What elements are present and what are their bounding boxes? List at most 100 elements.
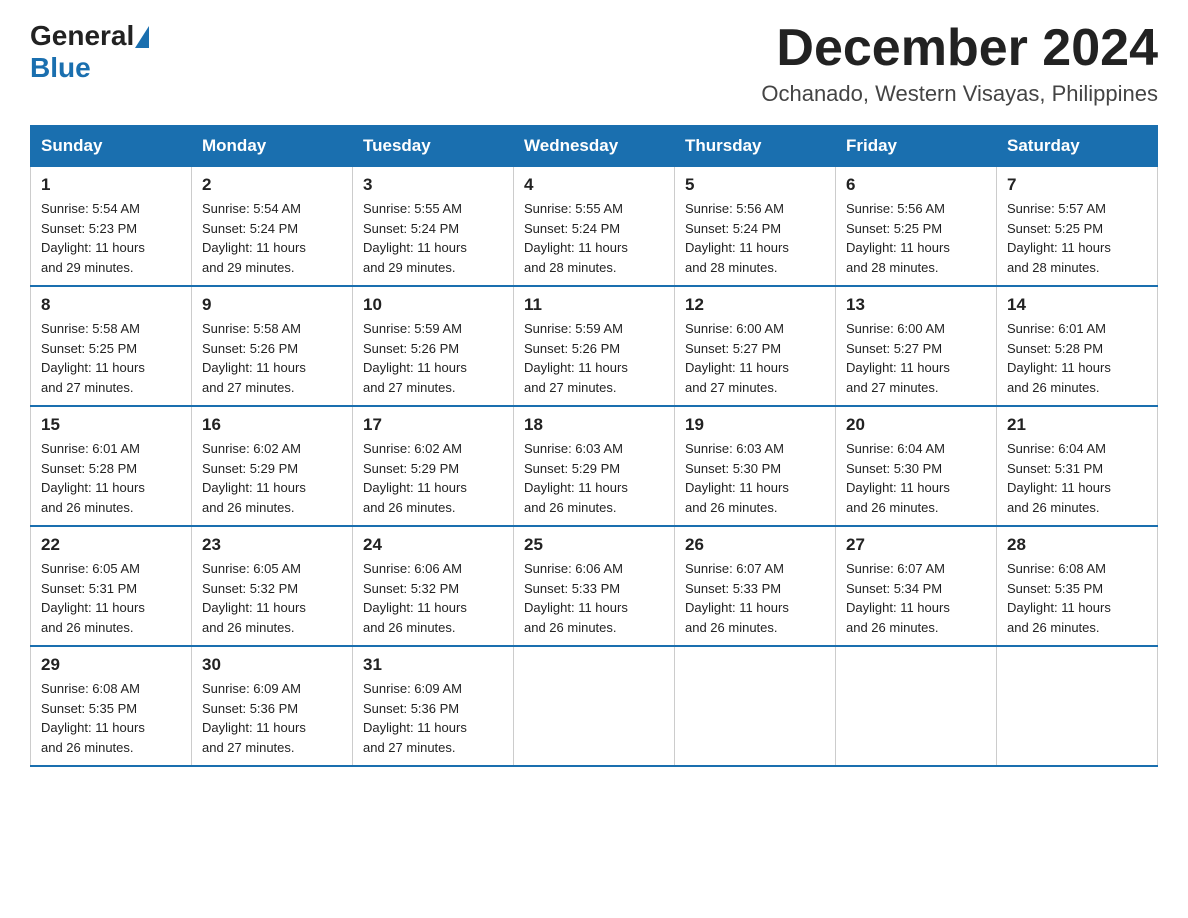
day-number: 25 xyxy=(524,535,664,555)
day-number: 3 xyxy=(363,175,503,195)
day-number: 8 xyxy=(41,295,181,315)
day-info: Sunrise: 6:02 AMSunset: 5:29 PMDaylight:… xyxy=(363,441,467,515)
day-info: Sunrise: 6:06 AMSunset: 5:32 PMDaylight:… xyxy=(363,561,467,635)
col-header-tuesday: Tuesday xyxy=(353,126,514,167)
day-number: 11 xyxy=(524,295,664,315)
logo-triangle-icon xyxy=(135,26,149,48)
calendar-week-row: 22 Sunrise: 6:05 AMSunset: 5:31 PMDayligh… xyxy=(31,526,1158,646)
day-number: 16 xyxy=(202,415,342,435)
day-number: 15 xyxy=(41,415,181,435)
calendar-cell: 23 Sunrise: 6:05 AMSunset: 5:32 PMDayligh… xyxy=(192,526,353,646)
calendar-cell: 15Sunrise: 6:01 AMSunset: 5:28 PMDayligh… xyxy=(31,406,192,526)
day-number: 12 xyxy=(685,295,825,315)
day-number: 1 xyxy=(41,175,181,195)
calendar-cell: 3 Sunrise: 5:55 AMSunset: 5:24 PMDaylight… xyxy=(353,167,514,287)
day-number: 19 xyxy=(685,415,825,435)
day-number: 9 xyxy=(202,295,342,315)
calendar-cell: 28 Sunrise: 6:08 AMSunset: 5:35 PMDayligh… xyxy=(997,526,1158,646)
calendar-cell: 11 Sunrise: 5:59 AMSunset: 5:26 PMDayligh… xyxy=(514,286,675,406)
day-number: 27 xyxy=(846,535,986,555)
col-header-thursday: Thursday xyxy=(675,126,836,167)
col-header-saturday: Saturday xyxy=(997,126,1158,167)
calendar-cell: 30 Sunrise: 6:09 AMSunset: 5:36 PMDayligh… xyxy=(192,646,353,766)
col-header-monday: Monday xyxy=(192,126,353,167)
calendar-cell: 20 Sunrise: 6:04 AMSunset: 5:30 PMDayligh… xyxy=(836,406,997,526)
col-header-wednesday: Wednesday xyxy=(514,126,675,167)
day-info: Sunrise: 5:58 AMSunset: 5:26 PMDaylight:… xyxy=(202,321,306,395)
day-info: Sunrise: 6:02 AMSunset: 5:29 PMDaylight:… xyxy=(202,441,306,515)
calendar-cell: 31 Sunrise: 6:09 AMSunset: 5:36 PMDayligh… xyxy=(353,646,514,766)
day-number: 18 xyxy=(524,415,664,435)
day-info: Sunrise: 6:08 AMSunset: 5:35 PMDaylight:… xyxy=(1007,561,1111,635)
day-number: 22 xyxy=(41,535,181,555)
day-info: Sunrise: 5:55 AMSunset: 5:24 PMDaylight:… xyxy=(524,201,628,275)
day-number: 5 xyxy=(685,175,825,195)
day-info: Sunrise: 5:59 AMSunset: 5:26 PMDaylight:… xyxy=(363,321,467,395)
day-number: 30 xyxy=(202,655,342,675)
day-number: 26 xyxy=(685,535,825,555)
day-number: 17 xyxy=(363,415,503,435)
calendar-week-row: 1 Sunrise: 5:54 AMSunset: 5:23 PMDaylight… xyxy=(31,167,1158,287)
day-number: 6 xyxy=(846,175,986,195)
calendar-cell: 19 Sunrise: 6:03 AMSunset: 5:30 PMDayligh… xyxy=(675,406,836,526)
calendar-cell: 24Sunrise: 6:06 AMSunset: 5:32 PMDayligh… xyxy=(353,526,514,646)
day-info: Sunrise: 6:05 AMSunset: 5:31 PMDaylight:… xyxy=(41,561,145,635)
page-header: General Blue December 2024 Ochanado, Wes… xyxy=(30,20,1158,107)
calendar-cell: 2Sunrise: 5:54 AMSunset: 5:24 PMDaylight… xyxy=(192,167,353,287)
day-number: 29 xyxy=(41,655,181,675)
day-info: Sunrise: 5:56 AMSunset: 5:24 PMDaylight:… xyxy=(685,201,789,275)
title-section: December 2024 Ochanado, Western Visayas,… xyxy=(761,20,1158,107)
month-year-title: December 2024 xyxy=(761,20,1158,77)
calendar-cell: 16 Sunrise: 6:02 AMSunset: 5:29 PMDayligh… xyxy=(192,406,353,526)
day-info: Sunrise: 5:56 AMSunset: 5:25 PMDaylight:… xyxy=(846,201,950,275)
calendar-week-row: 15Sunrise: 6:01 AMSunset: 5:28 PMDayligh… xyxy=(31,406,1158,526)
logo: General Blue xyxy=(30,20,149,84)
location-subtitle: Ochanado, Western Visayas, Philippines xyxy=(761,81,1158,107)
col-header-sunday: Sunday xyxy=(31,126,192,167)
calendar-header-row: SundayMondayTuesdayWednesdayThursdayFrid… xyxy=(31,126,1158,167)
day-info: Sunrise: 6:07 AMSunset: 5:34 PMDaylight:… xyxy=(846,561,950,635)
calendar-week-row: 8 Sunrise: 5:58 AMSunset: 5:25 PMDaylight… xyxy=(31,286,1158,406)
day-info: Sunrise: 6:08 AMSunset: 5:35 PMDaylight:… xyxy=(41,681,145,755)
col-header-friday: Friday xyxy=(836,126,997,167)
day-info: Sunrise: 5:57 AMSunset: 5:25 PMDaylight:… xyxy=(1007,201,1111,275)
day-info: Sunrise: 6:04 AMSunset: 5:30 PMDaylight:… xyxy=(846,441,950,515)
day-info: Sunrise: 6:06 AMSunset: 5:33 PMDaylight:… xyxy=(524,561,628,635)
calendar-cell: 17 Sunrise: 6:02 AMSunset: 5:29 PMDayligh… xyxy=(353,406,514,526)
day-info: Sunrise: 5:59 AMSunset: 5:26 PMDaylight:… xyxy=(524,321,628,395)
day-info: Sunrise: 6:01 AMSunset: 5:28 PMDaylight:… xyxy=(1007,321,1111,395)
calendar-cell: 14 Sunrise: 6:01 AMSunset: 5:28 PMDayligh… xyxy=(997,286,1158,406)
day-number: 20 xyxy=(846,415,986,435)
day-info: Sunrise: 6:09 AMSunset: 5:36 PMDaylight:… xyxy=(202,681,306,755)
calendar-cell xyxy=(514,646,675,766)
calendar-cell: 8 Sunrise: 5:58 AMSunset: 5:25 PMDaylight… xyxy=(31,286,192,406)
calendar-cell: 29 Sunrise: 6:08 AMSunset: 5:35 PMDayligh… xyxy=(31,646,192,766)
calendar-cell: 7Sunrise: 5:57 AMSunset: 5:25 PMDaylight… xyxy=(997,167,1158,287)
day-info: Sunrise: 5:58 AMSunset: 5:25 PMDaylight:… xyxy=(41,321,145,395)
day-number: 13 xyxy=(846,295,986,315)
calendar-cell: 21 Sunrise: 6:04 AMSunset: 5:31 PMDayligh… xyxy=(997,406,1158,526)
calendar-cell: 10Sunrise: 5:59 AMSunset: 5:26 PMDayligh… xyxy=(353,286,514,406)
calendar-cell: 13Sunrise: 6:00 AMSunset: 5:27 PMDayligh… xyxy=(836,286,997,406)
calendar-cell xyxy=(675,646,836,766)
calendar-table: SundayMondayTuesdayWednesdayThursdayFrid… xyxy=(30,125,1158,767)
calendar-cell: 12Sunrise: 6:00 AMSunset: 5:27 PMDayligh… xyxy=(675,286,836,406)
day-info: Sunrise: 6:09 AMSunset: 5:36 PMDaylight:… xyxy=(363,681,467,755)
day-info: Sunrise: 5:54 AMSunset: 5:23 PMDaylight:… xyxy=(41,201,145,275)
day-info: Sunrise: 5:55 AMSunset: 5:24 PMDaylight:… xyxy=(363,201,467,275)
calendar-cell: 6 Sunrise: 5:56 AMSunset: 5:25 PMDaylight… xyxy=(836,167,997,287)
day-number: 28 xyxy=(1007,535,1147,555)
calendar-cell: 9 Sunrise: 5:58 AMSunset: 5:26 PMDaylight… xyxy=(192,286,353,406)
day-number: 23 xyxy=(202,535,342,555)
day-number: 4 xyxy=(524,175,664,195)
day-number: 2 xyxy=(202,175,342,195)
day-number: 14 xyxy=(1007,295,1147,315)
day-info: Sunrise: 6:03 AMSunset: 5:29 PMDaylight:… xyxy=(524,441,628,515)
day-number: 31 xyxy=(363,655,503,675)
day-info: Sunrise: 6:04 AMSunset: 5:31 PMDaylight:… xyxy=(1007,441,1111,515)
day-number: 21 xyxy=(1007,415,1147,435)
day-info: Sunrise: 6:03 AMSunset: 5:30 PMDaylight:… xyxy=(685,441,789,515)
day-info: Sunrise: 6:05 AMSunset: 5:32 PMDaylight:… xyxy=(202,561,306,635)
calendar-cell xyxy=(836,646,997,766)
calendar-cell: 18 Sunrise: 6:03 AMSunset: 5:29 PMDayligh… xyxy=(514,406,675,526)
